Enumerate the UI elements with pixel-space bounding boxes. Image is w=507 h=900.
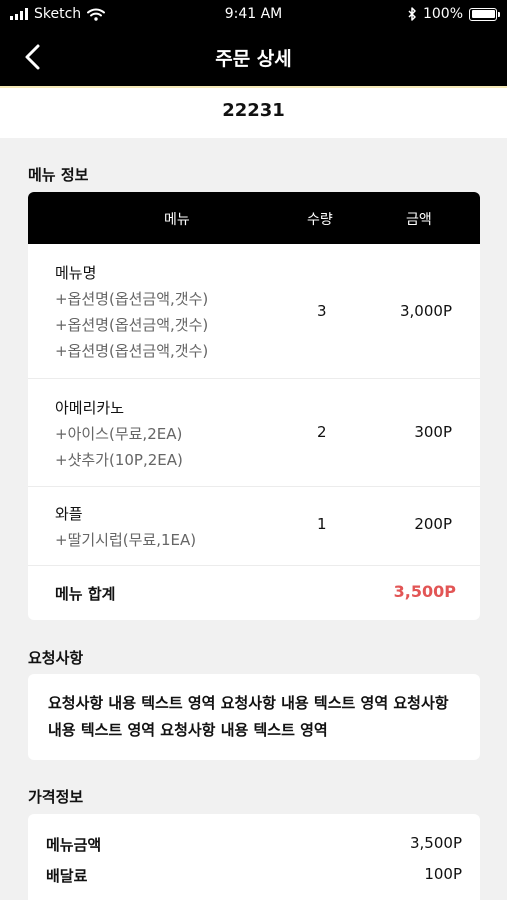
price-label: 배달료 xyxy=(46,867,88,885)
menu-item-option: +옵션명(옵션금액,갯수) xyxy=(55,316,209,334)
table-row: 메뉴명 +옵션명(옵션금액,갯수) +옵션명(옵션금액,갯수) +옵션명(옵션금… xyxy=(28,244,480,379)
order-number: 22231 xyxy=(222,100,285,121)
top-bar: Sketch 9:41 AM 100% 주문 상세 xyxy=(0,0,507,86)
menu-item-amount: 300P xyxy=(414,423,452,441)
status-bar: Sketch 9:41 AM 100% xyxy=(0,0,507,30)
menu-item-option: +옵션명(옵션금액,갯수) xyxy=(55,342,209,360)
request-box: 요청사항 내용 텍스트 영역 요청사항 내용 텍스트 영역 요청사항 내용 텍스… xyxy=(28,674,480,760)
battery-icon xyxy=(469,7,500,21)
menu-item-amount: 200P xyxy=(414,515,452,533)
col-menu: 메뉴 xyxy=(164,212,190,228)
menu-total-label: 메뉴 합계 xyxy=(55,585,116,603)
price-label: 메뉴금액 xyxy=(46,836,102,854)
menu-item-qty: 1 xyxy=(317,515,327,533)
menu-item-name: 메뉴명 xyxy=(55,264,97,282)
status-right: 100% xyxy=(408,6,500,22)
menu-item-option: +샷추가(10P,2EA) xyxy=(55,451,183,469)
table-row: 아메리카노 +아이스(무료,2EA) +샷추가(10P,2EA) 2 300P xyxy=(28,379,480,487)
menu-item-qty: 2 xyxy=(317,423,327,441)
request-title: 요청사항 xyxy=(28,649,84,667)
menu-info-title: 메뉴 정보 xyxy=(28,166,89,184)
price-value: 3,500P xyxy=(410,834,462,852)
order-number-bar: 22231 xyxy=(0,86,507,138)
battery-percent: 100% xyxy=(422,6,463,22)
price-info-title: 가격정보 xyxy=(28,788,84,806)
page-title: 주문 상세 xyxy=(215,48,292,70)
menu-table: 메뉴 수량 금액 메뉴명 +옵션명(옵션금액,갯수) +옵션명(옵션금액,갯수)… xyxy=(28,192,480,620)
menu-item-amount: 3,000P xyxy=(400,302,452,320)
request-text: 요청사항 내용 텍스트 영역 요청사항 내용 텍스트 영역 요청사항 내용 텍스… xyxy=(48,694,449,739)
col-amount: 금액 xyxy=(406,212,432,228)
nav-bar: 주문 상세 xyxy=(0,30,507,84)
table-row: 와플 +딸기시럽(무료,1EA) 1 200P xyxy=(28,487,480,566)
menu-total-value: 3,500P xyxy=(393,582,456,601)
price-info-box: 메뉴금액 3,500P 배달료 100P xyxy=(28,814,480,900)
menu-item-option: +딸기시럽(무료,1EA) xyxy=(55,531,197,549)
menu-item-qty: 3 xyxy=(317,302,327,320)
bluetooth-icon xyxy=(408,7,416,21)
menu-item-option: +옵션명(옵션금액,갯수) xyxy=(55,290,209,308)
menu-total-row: 메뉴 합계 3,500P xyxy=(28,566,480,620)
menu-item-name: 와플 xyxy=(55,505,83,523)
col-qty: 수량 xyxy=(307,212,333,228)
price-value: 100P xyxy=(424,865,462,883)
menu-item-name: 아메리카노 xyxy=(55,399,125,417)
menu-table-header: 메뉴 수량 금액 xyxy=(28,192,480,244)
menu-item-option: +아이스(무료,2EA) xyxy=(55,425,183,443)
